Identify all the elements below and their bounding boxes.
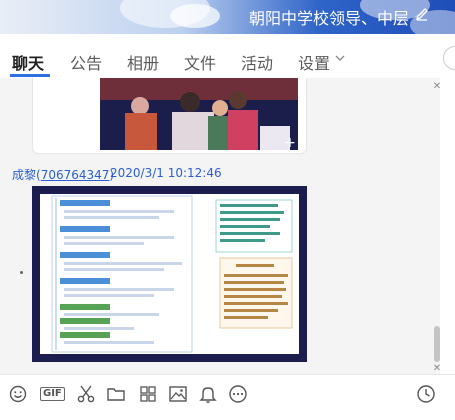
- apps-icon[interactable]: [138, 384, 158, 404]
- cloud-decoration: [170, 4, 220, 28]
- shared-document-image[interactable]: +: [32, 186, 307, 362]
- document-preview: [40, 194, 299, 354]
- bell-icon[interactable]: [198, 384, 218, 404]
- sender-name[interactable]: 成黎: [12, 168, 36, 182]
- folder-icon[interactable]: [106, 384, 126, 404]
- scroll-down-icon[interactable]: ✕: [432, 364, 442, 374]
- scroll-thumb[interactable]: [434, 326, 440, 362]
- message-timestamp: 2020/3/1 10:12:46: [110, 166, 222, 180]
- chat-history[interactable]: + 成黎(706764347) 2020/3/1 10:12:46 +: [0, 78, 440, 374]
- tab-settings[interactable]: 设置: [298, 50, 330, 74]
- image-icon[interactable]: [168, 384, 188, 404]
- chevron-down-icon[interactable]: [335, 55, 345, 61]
- more-icon[interactable]: [228, 384, 248, 404]
- input-toolbar: GIF: [0, 374, 455, 414]
- gif-icon[interactable]: GIF: [40, 387, 65, 401]
- group-title-bar: 朝阳中学校领导、中层: [0, 0, 455, 34]
- sender-qq-link[interactable]: 706764347: [41, 168, 110, 182]
- tab-files[interactable]: 文件: [184, 50, 216, 74]
- photo-content: [100, 78, 298, 150]
- chat-scrollbar[interactable]: ✕ ✕: [432, 78, 442, 374]
- group-title: 朝阳中学校领导、中层: [248, 9, 409, 28]
- tab-activities[interactable]: 活动: [241, 50, 273, 74]
- history-icon[interactable]: [416, 384, 436, 404]
- active-tab-indicator: [10, 74, 50, 77]
- expand-icon[interactable]: +: [283, 136, 297, 150]
- expand-icon[interactable]: +: [284, 342, 298, 356]
- tab-chat[interactable]: 聊天: [12, 50, 44, 74]
- emoji-icon[interactable]: [8, 384, 28, 404]
- message-status-dot: [20, 271, 23, 274]
- tab-album[interactable]: 相册: [127, 50, 159, 74]
- scroll-up-icon[interactable]: ✕: [432, 82, 442, 92]
- tab-bar: 聊天 公告 相册 文件 活动 设置: [0, 34, 455, 78]
- edit-icon[interactable]: [415, 7, 429, 21]
- message-sender: 成黎(706764347): [12, 168, 115, 182]
- tab-announcements[interactable]: 公告: [70, 50, 102, 74]
- scissors-icon[interactable]: [76, 384, 96, 404]
- shared-photo[interactable]: [100, 78, 298, 150]
- document-content: [40, 194, 299, 354]
